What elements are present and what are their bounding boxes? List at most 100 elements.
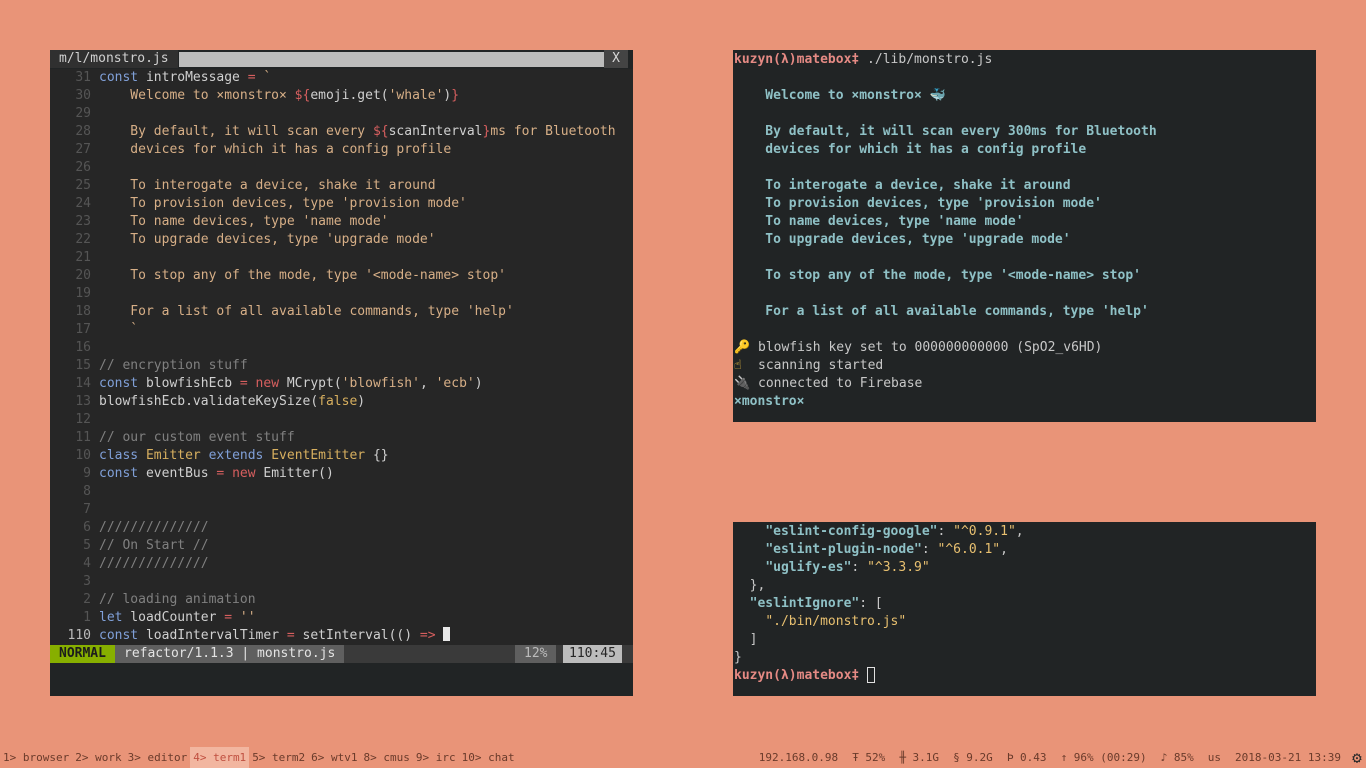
output-line: For a list of all available commands, ty… <box>734 304 1149 319</box>
code-token: = <box>286 628 295 643</box>
line-number: 17 <box>75 322 91 337</box>
code-line: 13 blowfishEcb.validateKeySize(false) <box>50 393 633 411</box>
code-text: const blowfishEcb = new MCrypt('blowfish… <box>91 376 483 391</box>
code-line: 8 <box>50 483 633 501</box>
code-line: 10 class Emitter extends EventEmitter {} <box>50 447 633 465</box>
code-token: emoji.get( <box>310 88 389 103</box>
line-number: 8 <box>83 484 91 499</box>
keyboard-layout[interactable]: us <box>1201 747 1228 768</box>
code-text: By default, it will scan every ${scanInt… <box>91 124 615 139</box>
code-token: ////////////// <box>99 520 209 535</box>
workspace-list: 1> browser 2> work 3> editor 4> term1 5> ter… <box>0 747 518 768</box>
json-line: ] <box>734 631 1024 649</box>
code-line: 2 // loading animation <box>50 591 633 609</box>
line-number: 3 <box>83 574 91 589</box>
line-number: 2 <box>83 592 91 607</box>
vim-scroll-percent: 12% <box>515 645 557 663</box>
prompt-user: kuzyn(λ)matebox <box>734 52 852 67</box>
vim-mode-indicator: NORMAL <box>50 645 115 663</box>
code-token: 'ecb' <box>435 376 475 391</box>
code-line: 5 // On Start // <box>50 537 633 555</box>
code-text: For a list of all available commands, ty… <box>91 304 514 319</box>
code-token: = <box>239 376 248 391</box>
vim-tab-monstro[interactable]: m/l/monstro.js <box>50 50 178 68</box>
log-text: connected to Firebase <box>758 376 923 391</box>
code-text: To interogate a device, shake it around <box>91 178 435 193</box>
code-token: new <box>255 376 280 391</box>
code-token: To name devices, type 'name mode' <box>99 214 389 229</box>
vim-close-tab-button[interactable]: X <box>604 50 628 68</box>
code-token: EventEmitter <box>271 448 366 463</box>
code-token: 'blowfish' <box>341 376 420 391</box>
log-line: 🔌 connected to Firebase <box>734 375 1157 393</box>
workspace-item[interactable]: 4> term1 <box>190 747 250 768</box>
vim-code-area[interactable]: 31 const introMessage = ` 30 Welcome to ×m… <box>50 69 633 645</box>
code-line: 7 <box>50 501 633 519</box>
code-line: 15 // encryption stuff <box>50 357 633 375</box>
code-text: const eventBus = new Emitter() <box>91 466 334 481</box>
prompt-symbol: ‡ <box>851 668 860 683</box>
line-number: 24 <box>75 196 91 211</box>
status-bar: 1> browser 2> work 3> editor 4> term1 5> ter… <box>0 747 1366 768</box>
workspace-item[interactable]: 6> wtv1 <box>308 747 360 768</box>
code-line: 1 let loadCounter = '' <box>50 609 633 627</box>
json-tail: , <box>1015 524 1024 539</box>
json-tail: , <box>1000 542 1008 557</box>
code-token: loadIntervalTimer <box>138 628 287 643</box>
code-line: 21 <box>50 249 633 267</box>
workspace-item[interactable]: 8> cmus <box>361 747 413 768</box>
code-token: , <box>419 376 436 391</box>
output-line: Welcome to ×monstro× 🐳 <box>734 88 946 103</box>
code-line: 24 To provision devices, type 'provision… <box>50 195 633 213</box>
json-line: "eslintIgnore": [ <box>734 595 1024 613</box>
code-token: false <box>318 394 358 409</box>
code-line: 25 To interogate a device, shake it arou… <box>50 177 633 195</box>
terminal-monstro-output[interactable]: kuzyn(λ)matebox‡ ./lib/monstro.js Welcom… <box>733 50 1316 422</box>
text-cursor <box>443 627 451 641</box>
load-average: Þ 0.43 <box>1006 751 1047 764</box>
json-line: "./bin/monstro.js" <box>734 613 1024 631</box>
code-line: 17 ` <box>50 321 633 339</box>
terminal-package-json[interactable]: "eslint-config-google": "^0.9.1", "eslin… <box>733 522 1316 696</box>
gear-icon[interactable]: ⚙ <box>1348 748 1366 767</box>
code-text: To provision devices, type 'provision mo… <box>91 196 467 211</box>
line-number: 12 <box>75 412 91 427</box>
json-punct: ] <box>749 632 758 647</box>
code-token: MCrypt( <box>279 376 342 391</box>
line-number: 11 <box>75 430 91 445</box>
line-number: 31 <box>75 70 91 85</box>
json-line: "eslint-plugin-node": "^6.0.1", <box>734 541 1024 559</box>
json-value: "^3.3.9" <box>867 560 930 575</box>
json-line: }, <box>734 577 1024 595</box>
line-number: 19 <box>75 286 91 301</box>
json-value: "^6.0.1" <box>937 542 1001 557</box>
code-token: const <box>99 466 139 481</box>
shell-prompt-line[interactable]: kuzyn(λ)matebox‡ <box>734 667 1024 685</box>
workspace-item[interactable]: 9> irc <box>413 747 459 768</box>
vim-editor-window[interactable]: m/l/monstro.js X 31 const introMessage = … <box>50 50 633 696</box>
workspace-item[interactable]: 10> chat <box>459 747 518 768</box>
code-token: Emitter <box>145 448 201 463</box>
volume-level[interactable]: ♪ 85% <box>1154 747 1201 768</box>
repl-prompt[interactable]: ×monstro× <box>734 393 1157 411</box>
cpu-usage: Ŧ 52% <box>852 751 886 764</box>
output-line: By default, it will scan every 300ms for… <box>734 124 1157 139</box>
workspace-item[interactable]: 2> work <box>72 747 124 768</box>
code-token: let <box>99 610 123 625</box>
code-text: class Emitter extends EventEmitter {} <box>91 448 389 463</box>
workspace-item[interactable]: 3> editor <box>125 747 191 768</box>
workspace-item[interactable]: 1> browser <box>0 747 72 768</box>
code-token: Welcome to ×monstro× <box>99 88 295 103</box>
workspace-item[interactable]: 5> term2 <box>249 747 308 768</box>
